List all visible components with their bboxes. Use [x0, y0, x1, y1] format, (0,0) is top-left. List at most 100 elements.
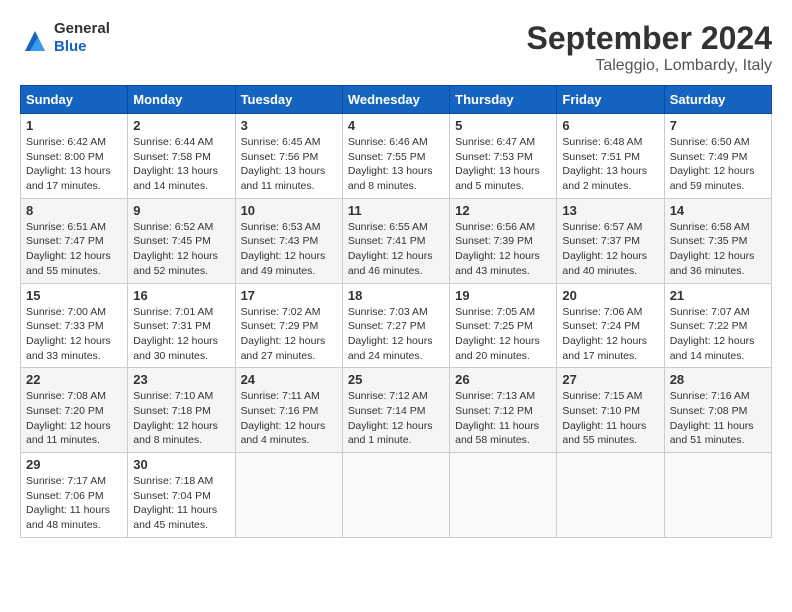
sunrise-text: Sunrise: 7:12 AM — [348, 390, 428, 402]
day-number: 20 — [562, 288, 658, 303]
daylight-text: Daylight: 12 hours and 27 minutes. — [241, 335, 326, 362]
logo-text-general: General — [54, 20, 110, 38]
calendar-week-5: 29 Sunrise: 7:17 AM Sunset: 7:06 PM Dayl… — [21, 453, 772, 538]
calendar-cell: 7 Sunrise: 6:50 AM Sunset: 7:49 PM Dayli… — [664, 114, 771, 199]
day-number: 3 — [241, 118, 337, 133]
calendar-cell: 30 Sunrise: 7:18 AM Sunset: 7:04 PM Dayl… — [128, 453, 235, 538]
sunrise-text: Sunrise: 7:01 AM — [133, 306, 213, 318]
daylight-text: Daylight: 12 hours and 40 minutes. — [562, 250, 647, 277]
sunset-text: Sunset: 7:20 PM — [26, 405, 104, 417]
calendar-cell: 8 Sunrise: 6:51 AM Sunset: 7:47 PM Dayli… — [21, 198, 128, 283]
sunrise-text: Sunrise: 6:55 AM — [348, 221, 428, 233]
day-number: 11 — [348, 203, 444, 218]
calendar-table: SundayMondayTuesdayWednesdayThursdayFrid… — [20, 85, 772, 538]
day-number: 23 — [133, 372, 229, 387]
day-number: 25 — [348, 372, 444, 387]
sunset-text: Sunset: 7:06 PM — [26, 490, 104, 502]
daylight-text: Daylight: 12 hours and 8 minutes. — [133, 420, 218, 447]
sunrise-text: Sunrise: 6:52 AM — [133, 221, 213, 233]
sunset-text: Sunset: 7:33 PM — [26, 320, 104, 332]
day-number: 27 — [562, 372, 658, 387]
sunrise-text: Sunrise: 7:18 AM — [133, 475, 213, 487]
daylight-text: Daylight: 12 hours and 52 minutes. — [133, 250, 218, 277]
sunset-text: Sunset: 7:29 PM — [241, 320, 319, 332]
calendar-cell: 25 Sunrise: 7:12 AM Sunset: 7:14 PM Dayl… — [342, 368, 449, 453]
sunset-text: Sunset: 7:55 PM — [348, 151, 426, 163]
sunset-text: Sunset: 7:18 PM — [133, 405, 211, 417]
day-info: Sunrise: 6:57 AM Sunset: 7:37 PM Dayligh… — [562, 220, 658, 279]
day-number: 30 — [133, 457, 229, 472]
sunrise-text: Sunrise: 6:50 AM — [670, 136, 750, 148]
sunrise-text: Sunrise: 6:53 AM — [241, 221, 321, 233]
day-number: 16 — [133, 288, 229, 303]
day-info: Sunrise: 7:07 AM Sunset: 7:22 PM Dayligh… — [670, 305, 766, 364]
calendar-cell: 20 Sunrise: 7:06 AM Sunset: 7:24 PM Dayl… — [557, 283, 664, 368]
sunset-text: Sunset: 7:56 PM — [241, 151, 319, 163]
calendar-header-row: SundayMondayTuesdayWednesdayThursdayFrid… — [21, 86, 772, 114]
day-info: Sunrise: 6:48 AM Sunset: 7:51 PM Dayligh… — [562, 135, 658, 194]
sunset-text: Sunset: 7:12 PM — [455, 405, 533, 417]
day-number: 24 — [241, 372, 337, 387]
day-number: 14 — [670, 203, 766, 218]
sunset-text: Sunset: 8:00 PM — [26, 151, 104, 163]
day-info: Sunrise: 7:08 AM Sunset: 7:20 PM Dayligh… — [26, 389, 122, 448]
calendar-cell — [557, 453, 664, 538]
day-number: 10 — [241, 203, 337, 218]
calendar-week-2: 8 Sunrise: 6:51 AM Sunset: 7:47 PM Dayli… — [21, 198, 772, 283]
day-info: Sunrise: 7:15 AM Sunset: 7:10 PM Dayligh… — [562, 389, 658, 448]
sunrise-text: Sunrise: 7:11 AM — [241, 390, 320, 402]
calendar-cell: 3 Sunrise: 6:45 AM Sunset: 7:56 PM Dayli… — [235, 114, 342, 199]
logo-icon — [20, 23, 50, 53]
day-info: Sunrise: 7:17 AM Sunset: 7:06 PM Dayligh… — [26, 474, 122, 533]
sunrise-text: Sunrise: 6:56 AM — [455, 221, 535, 233]
col-header-saturday: Saturday — [664, 86, 771, 114]
day-number: 8 — [26, 203, 122, 218]
calendar-cell: 26 Sunrise: 7:13 AM Sunset: 7:12 PM Dayl… — [450, 368, 557, 453]
day-number: 12 — [455, 203, 551, 218]
col-header-wednesday: Wednesday — [342, 86, 449, 114]
sunset-text: Sunset: 7:27 PM — [348, 320, 426, 332]
sunrise-text: Sunrise: 6:57 AM — [562, 221, 642, 233]
daylight-text: Daylight: 12 hours and 55 minutes. — [26, 250, 111, 277]
sunset-text: Sunset: 7:16 PM — [241, 405, 319, 417]
daylight-text: Daylight: 12 hours and 36 minutes. — [670, 250, 755, 277]
day-number: 29 — [26, 457, 122, 472]
calendar-cell: 14 Sunrise: 6:58 AM Sunset: 7:35 PM Dayl… — [664, 198, 771, 283]
sunset-text: Sunset: 7:10 PM — [562, 405, 640, 417]
calendar-cell: 21 Sunrise: 7:07 AM Sunset: 7:22 PM Dayl… — [664, 283, 771, 368]
col-header-tuesday: Tuesday — [235, 86, 342, 114]
day-number: 4 — [348, 118, 444, 133]
daylight-text: Daylight: 11 hours and 55 minutes. — [562, 420, 646, 447]
calendar-week-3: 15 Sunrise: 7:00 AM Sunset: 7:33 PM Dayl… — [21, 283, 772, 368]
day-info: Sunrise: 6:56 AM Sunset: 7:39 PM Dayligh… — [455, 220, 551, 279]
calendar-cell — [450, 453, 557, 538]
location-subtitle: Taleggio, Lombardy, Italy — [527, 57, 772, 75]
calendar-cell: 24 Sunrise: 7:11 AM Sunset: 7:16 PM Dayl… — [235, 368, 342, 453]
title-block: September 2024 Taleggio, Lombardy, Italy — [527, 20, 772, 75]
calendar-cell: 19 Sunrise: 7:05 AM Sunset: 7:25 PM Dayl… — [450, 283, 557, 368]
calendar-cell: 18 Sunrise: 7:03 AM Sunset: 7:27 PM Dayl… — [342, 283, 449, 368]
calendar-cell — [235, 453, 342, 538]
sunrise-text: Sunrise: 6:42 AM — [26, 136, 106, 148]
calendar-cell: 27 Sunrise: 7:15 AM Sunset: 7:10 PM Dayl… — [557, 368, 664, 453]
day-info: Sunrise: 7:01 AM Sunset: 7:31 PM Dayligh… — [133, 305, 229, 364]
day-number: 13 — [562, 203, 658, 218]
daylight-text: Daylight: 12 hours and 11 minutes. — [26, 420, 111, 447]
calendar-cell: 10 Sunrise: 6:53 AM Sunset: 7:43 PM Dayl… — [235, 198, 342, 283]
calendar-week-4: 22 Sunrise: 7:08 AM Sunset: 7:20 PM Dayl… — [21, 368, 772, 453]
sunset-text: Sunset: 7:37 PM — [562, 235, 640, 247]
day-info: Sunrise: 6:47 AM Sunset: 7:53 PM Dayligh… — [455, 135, 551, 194]
calendar-cell: 28 Sunrise: 7:16 AM Sunset: 7:08 PM Dayl… — [664, 368, 771, 453]
month-title: September 2024 — [527, 20, 772, 57]
calendar-cell — [342, 453, 449, 538]
day-number: 5 — [455, 118, 551, 133]
daylight-text: Daylight: 11 hours and 48 minutes. — [26, 504, 110, 531]
sunrise-text: Sunrise: 7:05 AM — [455, 306, 535, 318]
calendar-cell: 12 Sunrise: 6:56 AM Sunset: 7:39 PM Dayl… — [450, 198, 557, 283]
day-info: Sunrise: 7:10 AM Sunset: 7:18 PM Dayligh… — [133, 389, 229, 448]
daylight-text: Daylight: 13 hours and 5 minutes. — [455, 165, 540, 192]
sunset-text: Sunset: 7:35 PM — [670, 235, 748, 247]
sunset-text: Sunset: 7:49 PM — [670, 151, 748, 163]
daylight-text: Daylight: 12 hours and 43 minutes. — [455, 250, 540, 277]
day-info: Sunrise: 7:11 AM Sunset: 7:16 PM Dayligh… — [241, 389, 337, 448]
